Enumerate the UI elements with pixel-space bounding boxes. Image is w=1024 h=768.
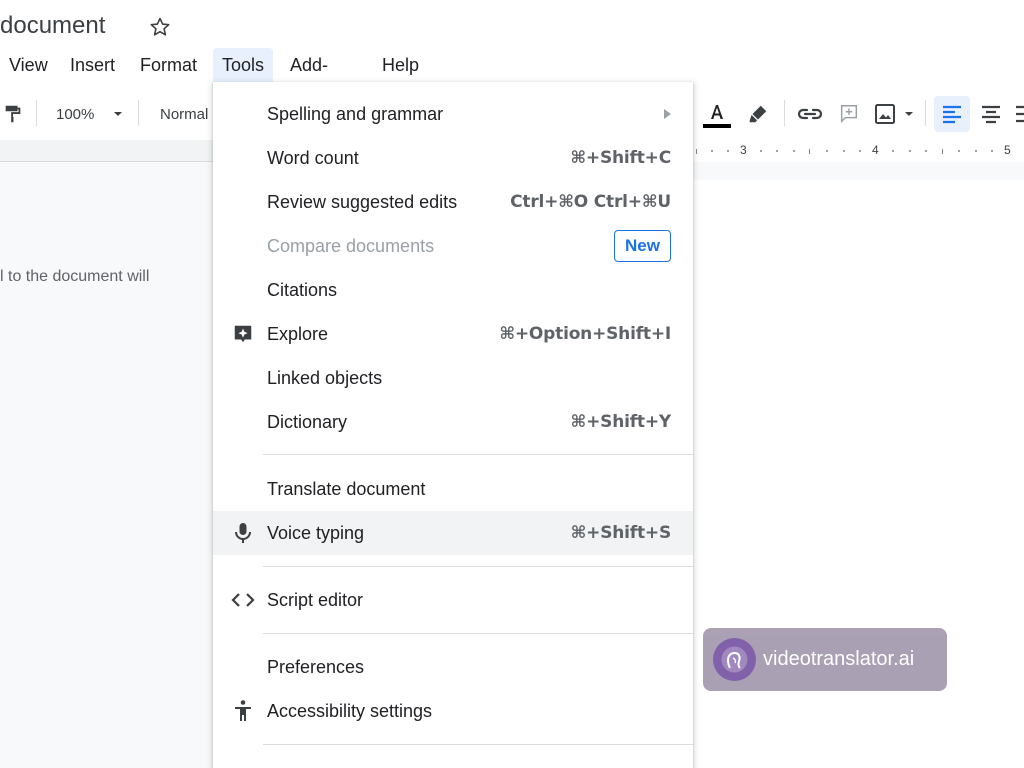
ruler-tick	[958, 150, 960, 152]
menu-item-word-count[interactable]: Word count ⌘+Shift+C	[213, 136, 693, 180]
submenu-arrow-icon	[664, 109, 671, 119]
tools-menu: Spelling and grammar Word count ⌘+Shift+…	[213, 82, 693, 768]
menu-item-linked-objects[interactable]: Linked objects	[213, 356, 693, 400]
watermark-text: videotranslator.ai	[763, 648, 915, 670]
menu-item-label: Spelling and grammar	[267, 103, 444, 124]
ruler-tick	[859, 150, 861, 152]
menu-item-shortcut: ⌘+Shift+Y	[570, 412, 672, 432]
menu-item-spelling-and-grammar[interactable]: Spelling and grammar	[213, 92, 693, 136]
insert-image-icon[interactable]	[873, 92, 915, 136]
ruler-number: 4	[872, 143, 879, 157]
menu-item-citations[interactable]: Citations	[213, 268, 693, 312]
menu-item-label: Word count	[267, 147, 359, 168]
chevron-down-icon	[114, 112, 123, 116]
menu-item-label: Compare documents	[267, 235, 435, 256]
ruler-tick	[809, 149, 810, 154]
accessibility-icon	[231, 699, 255, 723]
menu-item-label: Citations	[267, 279, 338, 300]
align-left-icon[interactable]	[934, 96, 970, 132]
document-title[interactable]: document	[0, 12, 105, 40]
menu-divider	[263, 566, 693, 567]
menu-item-label: Review suggested edits	[267, 191, 458, 212]
document-body-text[interactable]: l to the document will	[0, 268, 149, 286]
toolbar-divider	[36, 100, 37, 126]
line-spacing-icon[interactable]	[1014, 92, 1024, 136]
ruler-tick	[975, 150, 977, 152]
paint-format-icon[interactable]	[2, 92, 24, 136]
menu-divider	[263, 454, 693, 455]
ruler-tick	[892, 150, 894, 152]
ruler-tick	[942, 149, 943, 154]
menu-item-script-editor[interactable]: Script editor	[213, 578, 693, 622]
toolbar-divider	[784, 100, 785, 126]
zoom-select[interactable]: 100%	[56, 92, 124, 136]
add-comment-icon[interactable]	[838, 92, 860, 136]
highlighter-icon[interactable]	[747, 92, 769, 136]
new-badge: New	[614, 230, 671, 262]
chevron-down-icon	[905, 112, 913, 116]
microphone-icon	[231, 521, 255, 545]
menu-item-label: Explore	[267, 323, 329, 344]
ruler-tick	[696, 149, 697, 154]
menu-item-label: Script editor	[267, 589, 364, 610]
menu-item-explore[interactable]: Explore ⌘+Option+Shift+I	[213, 312, 693, 356]
menu-item-shortcut: Ctrl+⌘O Ctrl+⌘U	[510, 192, 671, 212]
toolbar-divider	[138, 100, 139, 126]
ruler-tick	[776, 150, 778, 152]
menu-item-preferences[interactable]: Preferences	[213, 645, 693, 689]
menu-divider	[263, 744, 693, 745]
menu-item-shortcut: ⌘+Shift+S	[570, 523, 672, 543]
explore-icon	[231, 322, 255, 346]
menu-format[interactable]: Format	[131, 48, 206, 82]
ruler-tick	[760, 150, 762, 152]
text-color-icon[interactable]	[703, 92, 731, 136]
menu-tools[interactable]: Tools	[213, 48, 274, 82]
ruler-tick	[793, 150, 795, 152]
ruler-tick	[909, 150, 911, 152]
ruler-number: 3	[740, 143, 747, 157]
code-icon	[231, 588, 255, 612]
ruler-number: 5	[1004, 143, 1011, 157]
menu-item-translate-document[interactable]: Translate document	[213, 467, 693, 511]
menu-add-ons[interactable]: Add-ons	[281, 48, 337, 109]
menu-item-shortcut: ⌘+Shift+C	[570, 148, 671, 168]
star-icon[interactable]	[148, 15, 172, 39]
menu-item-label: Dictionary	[267, 411, 348, 432]
ruler-tick	[925, 150, 927, 152]
menu-item-voice-typing[interactable]: Voice typing ⌘+Shift+S	[213, 511, 693, 555]
align-center-icon[interactable]	[980, 92, 1002, 136]
menu-insert[interactable]: Insert	[61, 48, 124, 82]
ruler-tick	[826, 150, 828, 152]
menu-item-label: Translate document	[267, 478, 426, 499]
zoom-value: 100%	[56, 105, 95, 123]
style-select[interactable]: Normal	[160, 92, 208, 136]
menu-item-shortcut: ⌘+Option+Shift+I	[499, 324, 671, 344]
menu-item-dictionary[interactable]: Dictionary ⌘+Shift+Y	[213, 400, 693, 444]
menu-item-label: Accessibility settings	[267, 700, 433, 721]
style-value: Normal	[160, 105, 209, 123]
menu-item-accessibility-settings[interactable]: Accessibility settings	[213, 689, 693, 733]
watermark: videotranslator.ai	[703, 628, 947, 691]
menu-view[interactable]: View	[0, 48, 57, 82]
link-icon[interactable]	[796, 92, 824, 136]
menu-item-compare-documents: Compare documents New	[213, 224, 693, 268]
toolbar-divider	[925, 100, 926, 126]
menu-divider	[263, 633, 693, 634]
ruler-tick	[727, 150, 729, 152]
menu-help[interactable]: Help	[373, 48, 428, 82]
ruler-tick	[843, 150, 845, 152]
ruler-tick	[991, 150, 993, 152]
menu-item-label: Voice typing	[267, 522, 365, 543]
menu-item-review-suggested-edits[interactable]: Review suggested edits Ctrl+⌘O Ctrl+⌘U	[213, 180, 693, 224]
watermark-logo-icon	[713, 638, 756, 681]
menu-item-label: Preferences	[267, 656, 365, 677]
ruler-tick	[711, 150, 713, 152]
page-left-margin	[0, 162, 214, 768]
menu-item-label: Linked objects	[267, 367, 383, 388]
